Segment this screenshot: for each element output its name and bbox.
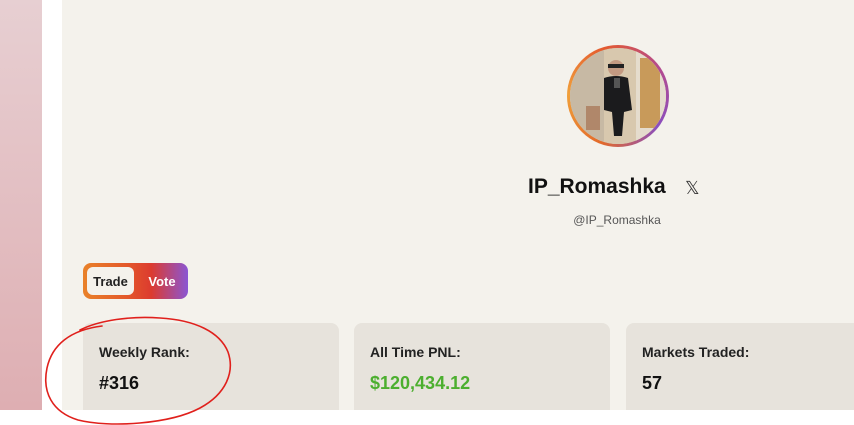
stat-label: Weekly Rank: [99,344,190,360]
user-photo-icon [570,48,666,144]
trade-vote-toggle: Trade Vote [83,263,188,299]
stat-value: #316 [99,373,140,393]
stat-label: All Time PNL: [370,344,461,360]
profile-name: IP_Romashka [528,175,666,198]
stat-card-all-time-pnl: All Time PNL: $120,434.12 [354,323,610,410]
tab-trade[interactable]: Trade [87,267,134,295]
stat-card-weekly-rank: Weekly Rank: #316 [83,323,339,410]
stat-value: 57 [642,373,663,393]
x-logo-icon[interactable]: 𝕏 [685,178,700,198]
stat-card-markets-traded: Markets Traded: 57 [626,323,854,410]
profile-handle: @IP_Romashka [573,213,661,227]
avatar[interactable] [570,48,666,144]
avatar-ring [567,45,669,147]
tab-vote[interactable]: Vote [139,267,185,295]
left-panel-edge [0,0,42,410]
stat-value: $120,434.12 [370,373,471,393]
panel-divider [42,0,62,410]
stat-label: Markets Traded: [642,344,750,360]
